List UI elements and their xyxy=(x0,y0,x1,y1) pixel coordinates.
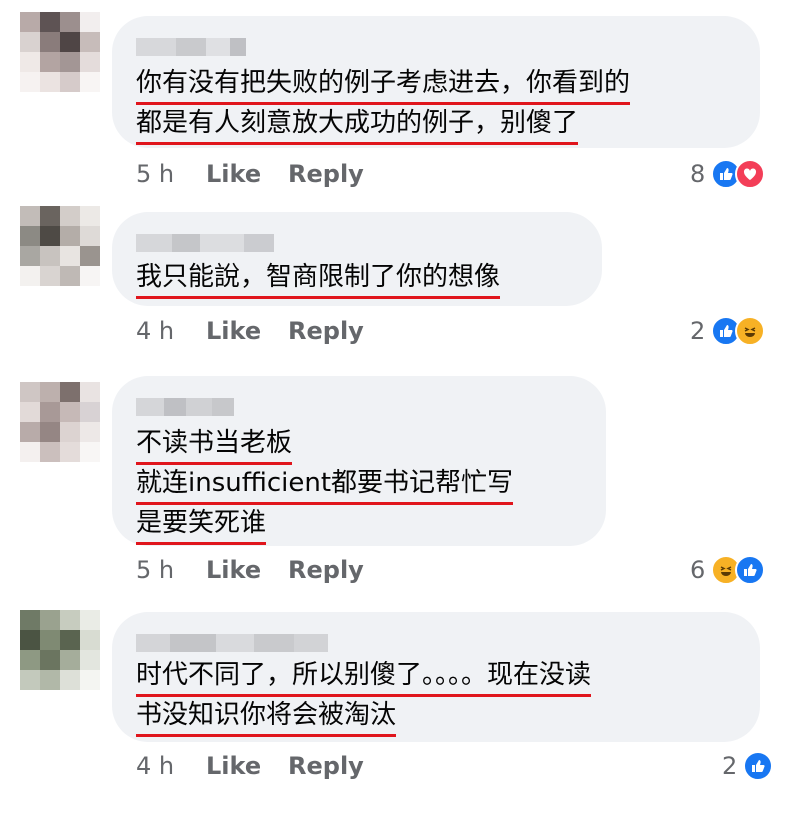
reaction-summary[interactable]: 6 xyxy=(690,555,766,585)
comment-text-line: 时代不同了，所以别傻了。。。。现在没读 xyxy=(136,658,592,697)
commenter-name-blurred[interactable] xyxy=(136,398,234,416)
reaction-summary[interactable]: 2 xyxy=(690,316,766,346)
reply-button[interactable]: Reply xyxy=(288,556,364,584)
like-button[interactable]: Like xyxy=(206,556,288,584)
comment-bubble: 你有没有把失败的例子考虑进去，你看到的 都是有人刻意放大成功的例子，别傻了 xyxy=(112,16,760,148)
like-icon xyxy=(743,751,774,781)
comment-text-line: 不读书当老板 xyxy=(136,426,293,465)
comment-bubble: 不读书当老板 就连insufficient都要书记帮忙写 是要笑死谁 xyxy=(112,376,606,546)
comment-avatar[interactable] xyxy=(20,12,100,92)
comment-avatar[interactable] xyxy=(20,610,100,690)
comment-actions: 5 h Like Reply xyxy=(136,160,364,188)
comment-timestamp[interactable]: 4 h xyxy=(136,752,206,780)
like-button[interactable]: Like xyxy=(206,752,288,780)
comment-timestamp[interactable]: 5 h xyxy=(136,556,206,584)
commenter-name-blurred[interactable] xyxy=(136,634,328,652)
comment-actions: 5 h Like Reply xyxy=(136,556,364,584)
reaction-count: 8 xyxy=(690,160,706,188)
comment-avatar[interactable] xyxy=(20,382,100,462)
like-button[interactable]: Like xyxy=(206,160,288,188)
reaction-count: 6 xyxy=(690,556,706,584)
comment-text-line: 书没知识你将会被淘汰 xyxy=(136,698,397,737)
reaction-summary[interactable]: 2 xyxy=(722,751,774,781)
like-icon xyxy=(735,555,766,585)
reaction-summary[interactable]: 8 xyxy=(690,159,766,189)
commenter-name-blurred[interactable] xyxy=(136,38,246,56)
comment-text-line: 是要笑死谁 xyxy=(136,506,267,545)
comment-bubble: 时代不同了，所以别傻了。。。。现在没读 书没知识你将会被淘汰 xyxy=(112,612,760,742)
comment-actions: 4 h Like Reply xyxy=(136,752,364,780)
reply-button[interactable]: Reply xyxy=(288,317,364,345)
comment-text-line: 就连insufficient都要书记帮忙写 xyxy=(136,466,514,505)
reaction-count: 2 xyxy=(690,317,706,345)
comment-actions: 4 h Like Reply xyxy=(136,317,364,345)
comment-timestamp[interactable]: 5 h xyxy=(136,160,206,188)
commenter-name-blurred[interactable] xyxy=(136,234,274,252)
haha-icon xyxy=(735,316,766,346)
comment-text-line: 都是有人刻意放大成功的例子，别傻了 xyxy=(136,106,579,145)
comment-text-line: 你有没有把失败的例子考虑进去，你看到的 xyxy=(136,66,631,105)
love-icon xyxy=(735,159,766,189)
comment-avatar[interactable] xyxy=(20,206,100,286)
reply-button[interactable]: Reply xyxy=(288,752,364,780)
comment-timestamp[interactable]: 4 h xyxy=(136,317,206,345)
reaction-count: 2 xyxy=(722,752,738,780)
reply-button[interactable]: Reply xyxy=(288,160,364,188)
comment-text-line: 我只能說，智商限制了你的想像 xyxy=(136,260,501,299)
comment-bubble: 我只能說，智商限制了你的想像 xyxy=(112,212,602,306)
like-button[interactable]: Like xyxy=(206,317,288,345)
